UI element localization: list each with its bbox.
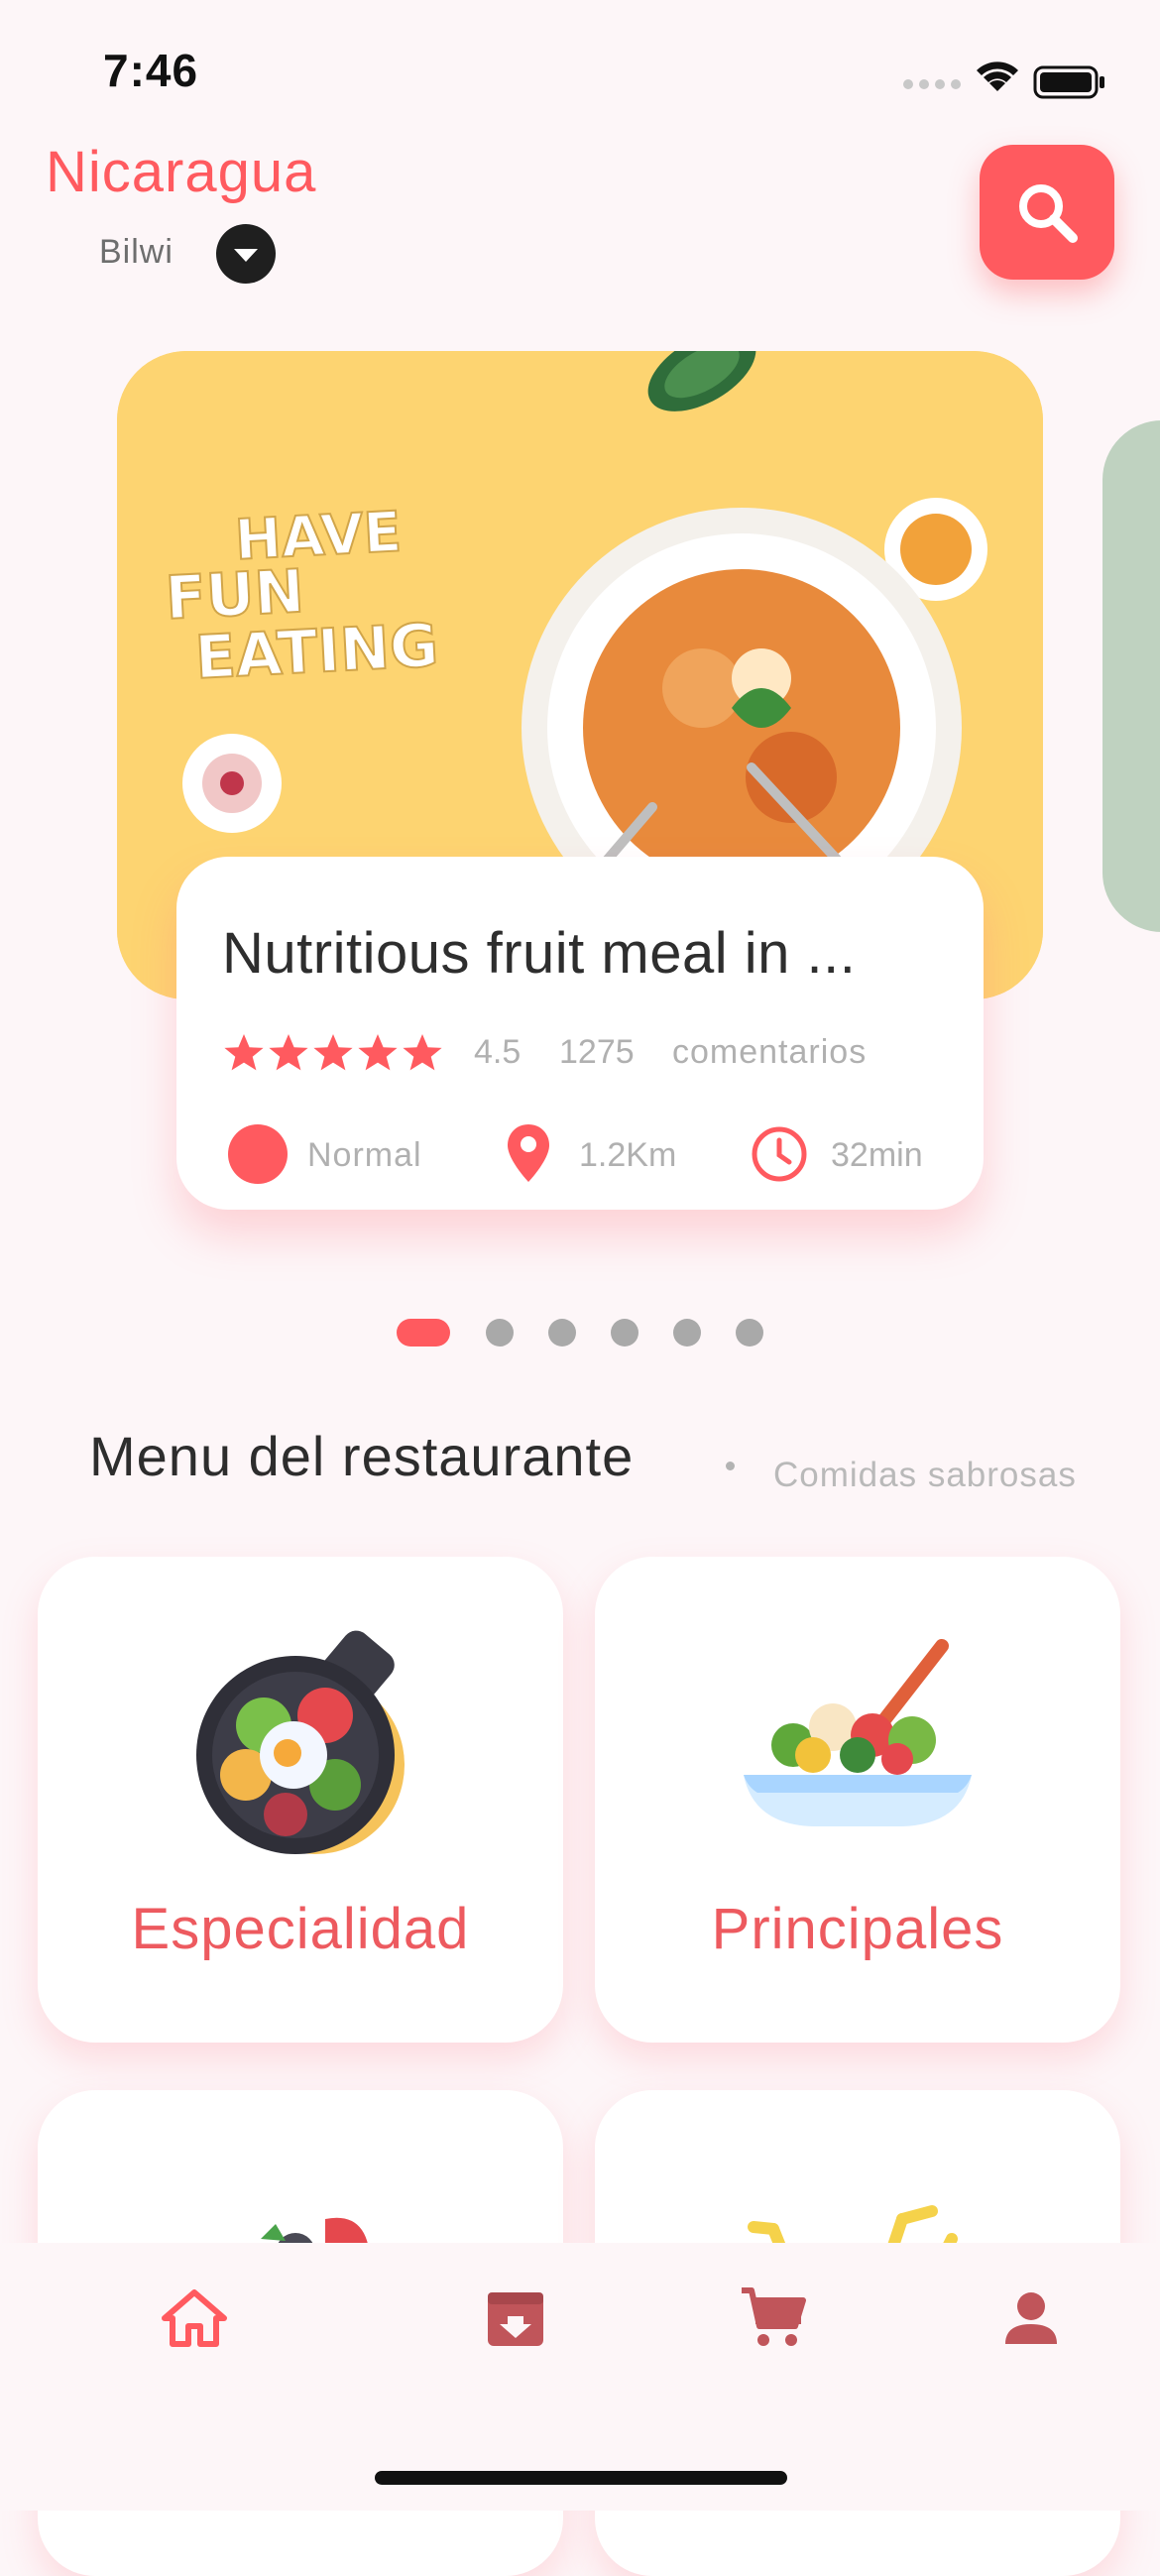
district-dropdown-button[interactable]	[216, 224, 276, 284]
home-icon	[162, 2289, 227, 2347]
status-icons	[903, 61, 1104, 99]
wifi-icon	[977, 61, 1018, 91]
nav-orders[interactable]	[478, 2281, 553, 2356]
featured-info-card[interactable]: Nutritious fruit meal in ... 4.5 1275 co…	[176, 857, 984, 1210]
chevron-down-icon	[234, 249, 258, 262]
separator-dot	[726, 1462, 735, 1470]
star-icon	[269, 1034, 308, 1071]
category-card-principales[interactable]: Principales	[595, 1557, 1120, 2043]
type-label: Normal	[307, 1136, 422, 1174]
search-icon	[1019, 184, 1078, 243]
category-label: Principales	[711, 1897, 1004, 1961]
duration-value: 32min	[831, 1136, 923, 1174]
next-carousel-card[interactable]	[1102, 420, 1160, 932]
star-icon	[224, 1034, 264, 1071]
featured-title: Nutritious fruit meal in ...	[222, 921, 857, 986]
archive-icon	[488, 2292, 543, 2346]
salad-icon	[744, 1639, 972, 1826]
pager-dot-active[interactable]	[397, 1319, 450, 1347]
pager-dot[interactable]	[673, 1319, 701, 1347]
person-icon	[1005, 2292, 1057, 2344]
bibimbap-icon	[196, 1630, 405, 1854]
home-indicator[interactable]	[375, 2471, 787, 2485]
nav-cart[interactable]	[736, 2281, 811, 2356]
distance-value: 1.2Km	[579, 1136, 677, 1174]
pager-dot[interactable]	[486, 1319, 514, 1347]
location-city[interactable]: Nicaragua	[46, 139, 316, 205]
star-icon	[403, 1034, 442, 1071]
section-title: Menu del restaurante	[89, 1425, 635, 1487]
type-dot-icon	[228, 1124, 288, 1184]
section-subtitle: Comidas sabrosas	[773, 1456, 1077, 1494]
review-label: comentarios	[672, 1033, 868, 1071]
pager-dot[interactable]	[611, 1319, 638, 1347]
pager-dot[interactable]	[548, 1319, 576, 1347]
star-icon	[313, 1034, 353, 1071]
cellular-signal-icon	[903, 79, 961, 89]
category-label: Especialidad	[131, 1897, 470, 1961]
search-button[interactable]	[980, 145, 1114, 280]
nav-profile[interactable]	[993, 2281, 1069, 2356]
review-count: 1275	[559, 1033, 635, 1071]
star-icon	[358, 1034, 398, 1071]
pager-dot[interactable]	[736, 1319, 763, 1347]
star-rating	[222, 1031, 445, 1075]
rating-value: 4.5	[474, 1033, 522, 1071]
carousel-pager[interactable]	[0, 1317, 1160, 1347]
nav-home[interactable]	[157, 2281, 232, 2356]
cart-icon	[742, 2287, 806, 2346]
svg-text:EATING: EATING	[193, 611, 440, 693]
category-card-especialidad[interactable]: Especialidad	[38, 1557, 563, 2043]
clock-icon	[752, 1126, 807, 1182]
location-pin-icon	[508, 1124, 549, 1182]
status-time: 7:46	[103, 45, 199, 96]
location-district[interactable]: Bilwi	[99, 233, 174, 272]
battery-icon	[1033, 65, 1104, 99]
